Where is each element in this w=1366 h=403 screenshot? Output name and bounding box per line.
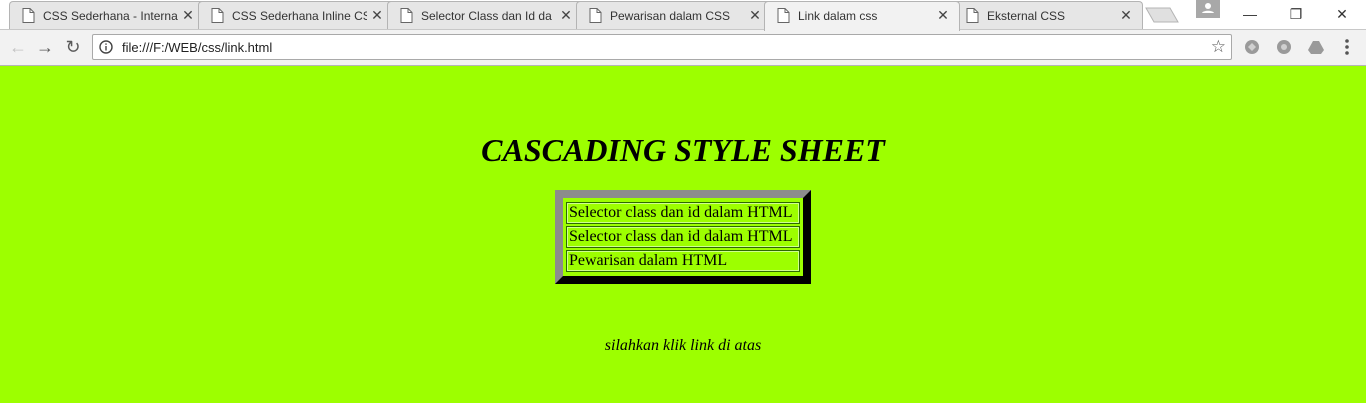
menu-dots-icon[interactable] [1340, 38, 1354, 56]
tab-pewarisan[interactable]: Pewarisan dalam CSS ✕ [576, 1, 772, 30]
info-icon[interactable] [99, 40, 113, 54]
page-icon [400, 8, 413, 23]
close-icon[interactable]: ✕ [936, 8, 950, 22]
link-table: Selector class dan id dalam HTML Selecto… [555, 190, 811, 284]
link-selector-class-id-1[interactable]: Selector class dan id dalam HTML [566, 202, 800, 224]
tab-title: CSS Sederhana - Interna [43, 9, 178, 23]
close-icon[interactable]: ✕ [181, 8, 195, 22]
page-icon [966, 8, 979, 23]
extension-icon[interactable] [1276, 39, 1292, 55]
tab-css-sederhana-inline[interactable]: CSS Sederhana Inline CS ✕ [198, 1, 394, 30]
tab-title: Pewarisan dalam CSS [610, 9, 731, 23]
page-icon [589, 8, 602, 23]
tab-strip: CSS Sederhana - Interna ✕ CSS Sederhana … [0, 0, 1366, 31]
instruction-text: silahkan klik link di atas [604, 337, 762, 354]
forward-button[interactable]: → [34, 37, 56, 57]
tab-link-dalam-css[interactable]: Link dalam css ✕ [764, 1, 960, 31]
restore-button[interactable]: ❐ [1273, 0, 1319, 28]
page-icon [211, 8, 224, 23]
tab-title: Eksternal CSS [987, 9, 1066, 23]
back-button[interactable]: ← [7, 37, 29, 57]
tab-selector-class-id[interactable]: Selector Class dan Id da ✕ [387, 1, 583, 30]
link-pewarisan[interactable]: Pewarisan dalam HTML [566, 250, 800, 272]
page-icon [777, 8, 790, 23]
tab-title: Selector Class dan Id da [421, 9, 552, 23]
tab-title: Link dalam css [798, 9, 878, 23]
tab-eksternal-css[interactable]: Eksternal CSS ✕ [953, 1, 1143, 30]
reload-button[interactable]: ↻ [62, 37, 84, 57]
page-title: CASCADING STYLE SHEET [481, 132, 885, 168]
page-content: CASCADING STYLE SHEET Selector class dan… [0, 66, 1366, 403]
extension-icon[interactable] [1244, 39, 1260, 55]
tab-css-sederhana-internal[interactable]: CSS Sederhana - Interna ✕ [9, 1, 205, 30]
new-tab-button[interactable] [1145, 7, 1179, 23]
toolbar: ← → ↻ file:///F:/WEB/css/link.html ☆ [0, 30, 1366, 66]
drive-icon[interactable] [1308, 39, 1324, 55]
url-text: file:///F:/WEB/css/link.html [122, 40, 273, 55]
address-bar[interactable]: file:///F:/WEB/css/link.html ☆ [92, 34, 1232, 60]
page-icon [22, 8, 35, 23]
minimize-button[interactable]: — [1227, 0, 1273, 28]
profile-icon[interactable] [1196, 0, 1220, 18]
close-icon[interactable]: ✕ [1119, 8, 1133, 22]
link-selector-class-id-2[interactable]: Selector class dan id dalam HTML [566, 226, 800, 248]
window-close-button[interactable]: ✕ [1319, 0, 1365, 28]
tab-title: CSS Sederhana Inline CS [232, 9, 367, 23]
close-icon[interactable]: ✕ [748, 8, 762, 22]
bookmark-star-icon[interactable]: ☆ [1211, 37, 1226, 57]
close-icon[interactable]: ✕ [370, 8, 384, 22]
close-icon[interactable]: ✕ [559, 8, 573, 22]
